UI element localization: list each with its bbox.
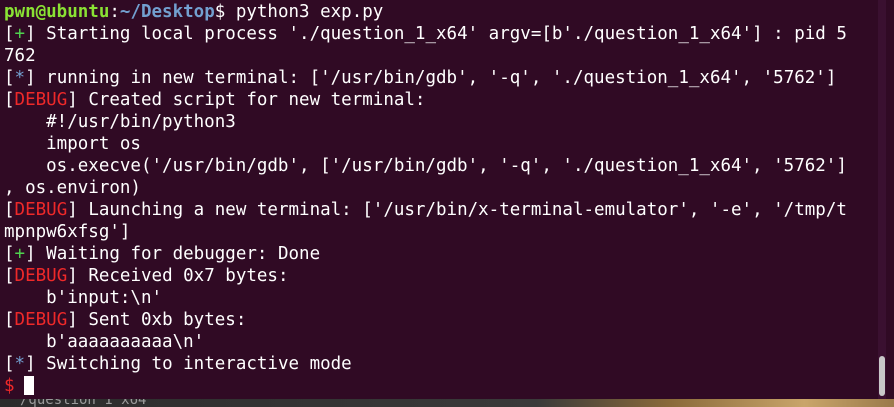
tag-bracket-close: ] <box>67 90 78 110</box>
line-text: , os.environ) <box>4 178 141 198</box>
tag-bracket-close: ] <box>67 310 78 330</box>
line-text: 762 <box>4 46 36 66</box>
log-level-tag: + <box>14 244 26 264</box>
prompt-dollar: $ <box>214 2 226 22</box>
output-line: [+] Waiting for debugger: Done <box>4 243 884 265</box>
output-line: [DEBUG] Created script for new terminal: <box>4 89 884 111</box>
output-line: [DEBUG] Sent 0xb bytes: <box>4 309 884 331</box>
line-text: Waiting for debugger: Done <box>35 244 321 264</box>
log-level-tag: DEBUG <box>14 200 68 220</box>
shell-prompt-line: pwn@ubuntu:~/Desktop$ python3 exp.py <box>4 1 884 23</box>
line-text: Switching to interactive mode <box>35 354 352 374</box>
prompt-command: python3 exp.py <box>225 2 384 22</box>
tag-bracket-close: ] <box>67 266 78 286</box>
log-level-tag: * <box>14 68 26 88</box>
terminal-output: pwn@ubuntu:~/Desktop$ python3 exp.py [+]… <box>4 1 884 397</box>
output-line: os.execve('/usr/bin/gdb', ['/usr/bin/gdb… <box>4 155 884 177</box>
line-text: b'aaaaaaaaaa\n' <box>4 332 205 352</box>
output-line: [DEBUG] Launching a new terminal: ['/usr… <box>4 199 884 221</box>
background-window-text: /question_1_x64 <box>20 399 147 407</box>
interactive-prompt-dollar: $ <box>4 376 15 396</box>
prompt-user-host: pwn@ubuntu <box>4 2 110 22</box>
tag-bracket-open: [ <box>4 90 15 110</box>
prompt-separator: : <box>109 2 120 22</box>
tag-bracket-open: [ <box>4 244 15 264</box>
line-text: b'input:\n' <box>4 288 163 308</box>
output-line: [*] running in new terminal: ['/usr/bin/… <box>4 67 884 89</box>
output-line: [+] Starting local process './question_1… <box>4 23 884 45</box>
log-level-tag: + <box>14 24 26 44</box>
scrollbar-thumb[interactable] <box>879 356 885 396</box>
output-line: , os.environ) <box>4 177 884 199</box>
output-line: [*] Switching to interactive mode <box>4 353 884 375</box>
tag-bracket-open: [ <box>4 200 15 220</box>
output-line: b'aaaaaaaaaa\n' <box>4 331 884 353</box>
log-level-tag: * <box>14 354 26 374</box>
line-text: mpnpw6xfsg'] <box>4 222 131 242</box>
line-text: running in new terminal: ['/usr/bin/gdb'… <box>35 68 837 88</box>
tag-bracket-open: [ <box>4 354 15 374</box>
line-text: Received 0x7 bytes: <box>77 266 289 286</box>
log-level-tag: DEBUG <box>14 310 68 330</box>
background-window: /question_1_x64 <box>0 399 894 407</box>
tag-bracket-close: ] <box>25 68 36 88</box>
output-line: #!/usr/bin/python3 <box>4 111 884 133</box>
log-level-tag: DEBUG <box>14 266 68 286</box>
tag-bracket-close: ] <box>25 354 36 374</box>
line-text: Starting local process './question_1_x64… <box>35 24 847 44</box>
tag-bracket-close: ] <box>25 244 36 264</box>
terminal-window[interactable]: pwn@ubuntu:~/Desktop$ python3 exp.py [+]… <box>0 0 886 407</box>
line-text: Created script for new terminal: <box>77 90 426 110</box>
output-line: mpnpw6xfsg'] <box>4 221 884 243</box>
terminal-scrollbar[interactable] <box>878 0 886 407</box>
tag-bracket-open: [ <box>4 310 15 330</box>
tag-bracket-open: [ <box>4 24 15 44</box>
line-text: Launching a new terminal: ['/usr/bin/x-t… <box>77 200 847 220</box>
output-line: 762 <box>4 45 884 67</box>
output-line: b'input:\n' <box>4 287 884 309</box>
prompt-path: ~/Desktop <box>119 2 215 22</box>
tag-bracket-open: [ <box>4 68 15 88</box>
output-line: [DEBUG] Received 0x7 bytes: <box>4 265 884 287</box>
line-text: Sent 0xb bytes: <box>77 310 247 330</box>
line-text: os.execve('/usr/bin/gdb', ['/usr/bin/gdb… <box>4 156 847 176</box>
text-cursor[interactable] <box>23 376 34 395</box>
tag-bracket-open: [ <box>4 266 15 286</box>
line-text: #!/usr/bin/python3 <box>4 112 236 132</box>
tag-bracket-close: ] <box>25 24 36 44</box>
interactive-prompt-line[interactable]: $ <box>4 375 884 397</box>
output-line: import os <box>4 133 884 155</box>
log-level-tag: DEBUG <box>14 90 68 110</box>
tag-bracket-close: ] <box>67 200 78 220</box>
line-text: import os <box>4 134 141 154</box>
